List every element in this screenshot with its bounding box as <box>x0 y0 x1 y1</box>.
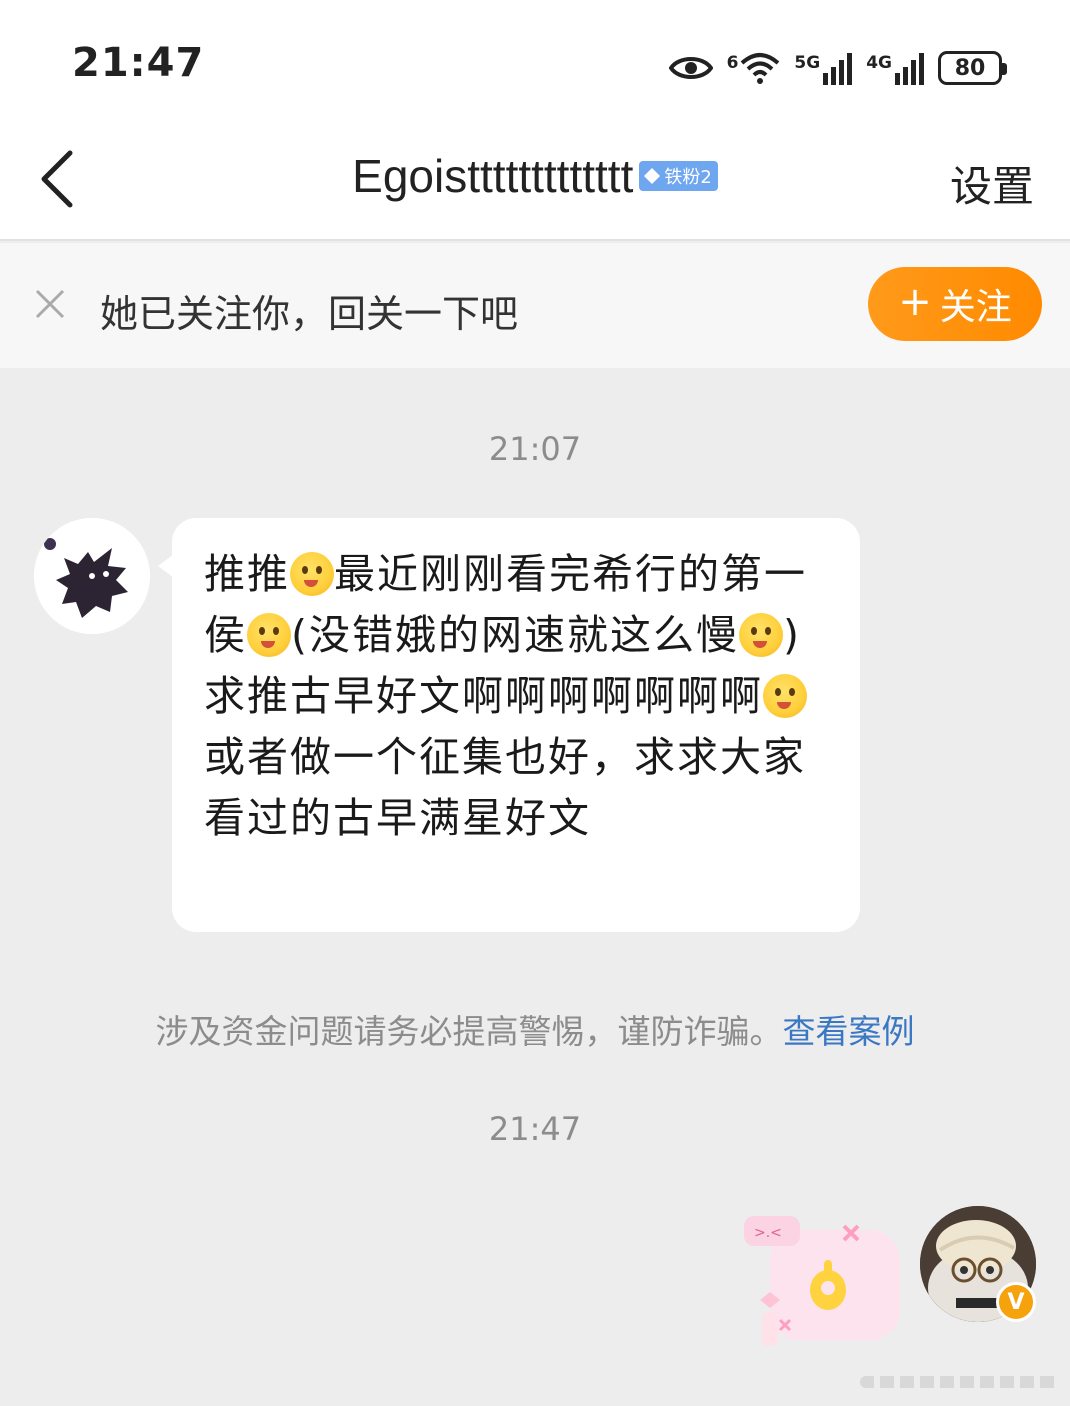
title-wrap: Egoisttttttttttttt 铁粉2 <box>0 149 1070 203</box>
svg-text:>.<: >.< <box>754 1225 782 1241</box>
fan-badge-label: 铁粉2 <box>664 167 712 188</box>
ok-hand-sticker[interactable]: >.< <box>740 1208 910 1358</box>
verified-badge: V <box>996 1282 1036 1322</box>
message-timestamp: 21:47 <box>488 1110 582 1148</box>
kissing-face-icon <box>290 552 334 596</box>
home-indicator <box>860 1376 1060 1388</box>
message-timestamp: 21:07 <box>488 430 582 468</box>
fan-badge: 铁粉2 <box>639 161 718 191</box>
avatar[interactable] <box>34 518 150 634</box>
follow-button[interactable]: + 关注 <box>868 267 1042 341</box>
page-title[interactable]: Egoisttttttttttttt <box>352 149 633 203</box>
pleading-face-icon <box>739 613 783 657</box>
status-time: 21:47 <box>72 40 205 86</box>
view-cases-link[interactable]: 查看案例 <box>783 1012 915 1051</box>
fraud-warning-text: 涉及资金问题请务必提高警惕，谨防诈骗。 <box>155 1012 783 1051</box>
follow-prompt-bar: 她已关注你，回关一下吧 + 关注 <box>0 243 1070 368</box>
settings-button[interactable]: 设置 <box>950 153 1034 214</box>
follow-button-label: 关注 <box>939 287 1012 328</box>
message-text: (没错娥的网速就这么慢 <box>291 611 739 659</box>
drooling-face-icon <box>247 613 291 657</box>
eye-icon <box>668 53 713 83</box>
message-bubble[interactable]: 推推 最近刚刚看完希行的第一侯 (没错娥的网速就这么慢) 求推古早好文啊啊啊啊啊啊啊… <box>158 518 860 932</box>
signal-4g-icon: 4G <box>866 51 924 85</box>
signal-5g-icon: 5G <box>794 51 853 85</box>
message-text: 或者做一个征集也好，求求大家看过的古早满星好文 <box>204 733 806 842</box>
ghost-avatar-image <box>34 518 150 634</box>
status-icons: 6 5G 4G 80 <box>668 44 1007 92</box>
heart-face-icon <box>763 674 807 718</box>
close-icon[interactable] <box>34 288 66 320</box>
chat-header: Egoisttttttttttttt 铁粉2 设置 <box>0 125 1070 241</box>
fraud-warning: 涉及资金问题请务必提高警惕，谨防诈骗。查看案例 <box>0 1005 1070 1053</box>
plus-icon: + <box>898 279 932 325</box>
status-bar: 21:47 6 5G 4G 80 <box>0 0 1070 125</box>
wifi-icon: 6 <box>727 51 781 85</box>
diamond-icon <box>644 168 661 184</box>
battery-icon: 80 <box>938 51 1007 85</box>
message-text: 推推 <box>204 550 290 598</box>
follow-prompt-text: 她已关注你，回关一下吧 <box>100 292 519 336</box>
